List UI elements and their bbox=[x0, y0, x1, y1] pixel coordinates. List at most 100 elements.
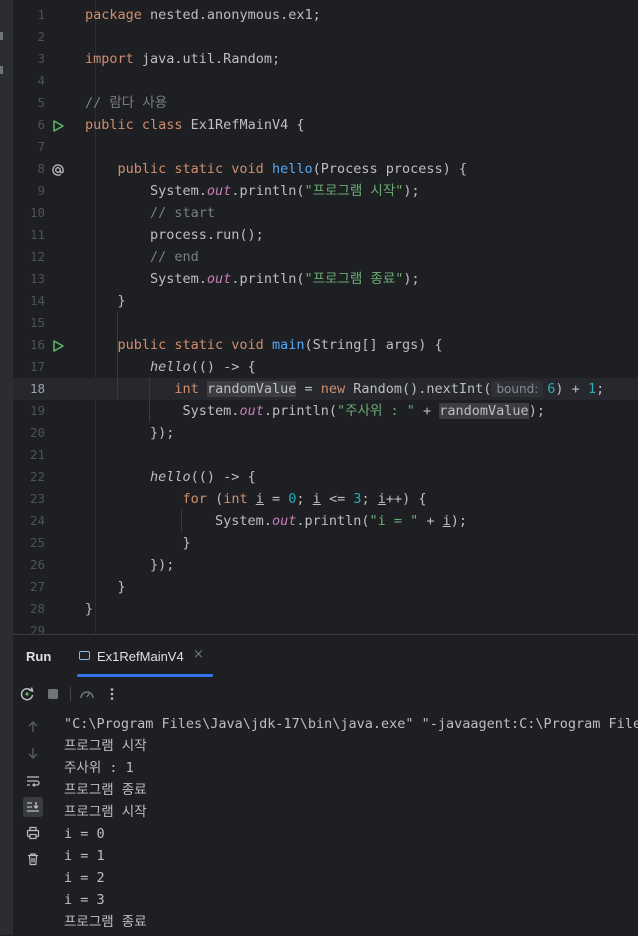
code-text: public static void hello(Process process… bbox=[117, 161, 468, 177]
profiler-icon[interactable] bbox=[77, 684, 97, 704]
code-line[interactable]: 27 } bbox=[13, 576, 638, 598]
code-line[interactable]: 25 } bbox=[13, 532, 638, 554]
run-panel: Run Ex1RefMainV4 × "C:\Program Files\Jav… bbox=[13, 634, 638, 936]
code-line[interactable]: 20 }); bbox=[13, 422, 638, 444]
line-number: 16 bbox=[29, 337, 45, 352]
code-line[interactable]: 18 int randomValue = new Random().nextIn… bbox=[13, 378, 638, 400]
code-line[interactable]: 10 // start bbox=[13, 202, 638, 224]
arrow-up-icon[interactable] bbox=[23, 717, 43, 737]
code-text: // end bbox=[150, 249, 199, 265]
scroll-to-end-icon[interactable] bbox=[23, 797, 43, 817]
line-number: 23 bbox=[29, 491, 45, 506]
console-line: i = 1 bbox=[64, 848, 105, 864]
line-number: 26 bbox=[29, 557, 45, 572]
line-number: 19 bbox=[29, 403, 45, 418]
code-text: for (int i = 0; i <= 3; i++) { bbox=[182, 491, 427, 507]
code-line[interactable]: 28} bbox=[13, 598, 638, 620]
implements-gutter-icon[interactable] bbox=[51, 162, 65, 176]
indent-guide bbox=[149, 378, 150, 422]
trash-icon[interactable] bbox=[23, 849, 43, 869]
line-number: 7 bbox=[37, 139, 45, 154]
code-text: hello(() -> { bbox=[150, 359, 256, 375]
code-text: System.out.println("프로그램 종료"); bbox=[85, 271, 420, 287]
line-number: 1 bbox=[37, 7, 45, 22]
code-text: } bbox=[85, 293, 126, 309]
run-toolbar bbox=[13, 681, 638, 707]
code-line[interactable]: 14 } bbox=[13, 290, 638, 312]
code-text: process.run(); bbox=[85, 227, 264, 243]
line-number: 18 bbox=[29, 381, 45, 396]
line-number: 27 bbox=[29, 579, 45, 594]
code-line[interactable]: 3 import java.util.Random; bbox=[13, 48, 638, 70]
indent-guide bbox=[117, 312, 118, 400]
run-gutter-icon[interactable] bbox=[51, 338, 65, 352]
line-number: 13 bbox=[29, 271, 45, 286]
console-output[interactable]: "C:\Program Files\Java\jdk-17\bin\java.e… bbox=[64, 713, 638, 936]
code-line[interactable]: 19 System.out.println("주사위 : " + randomV… bbox=[13, 400, 638, 422]
code-text: System.out.println("주사위 : " + randomValu… bbox=[85, 403, 545, 419]
indent-guide bbox=[181, 510, 182, 532]
arrow-down-icon[interactable] bbox=[23, 743, 43, 763]
run-panel-title: Run bbox=[26, 649, 52, 664]
code-line[interactable]: 21 bbox=[13, 444, 638, 466]
line-number: 12 bbox=[29, 249, 45, 264]
code-line[interactable]: 22 hello(() -> { bbox=[13, 466, 638, 488]
line-number: 2 bbox=[37, 29, 45, 44]
console-line: 프로그램 종료 bbox=[64, 782, 147, 798]
line-number: 29 bbox=[29, 623, 45, 634]
code-line[interactable]: 23 for (int i = 0; i <= 3; i++) { bbox=[13, 488, 638, 510]
line-number: 21 bbox=[29, 447, 45, 462]
console-line: 프로그램 시작 bbox=[64, 738, 147, 754]
line-number: 17 bbox=[29, 359, 45, 374]
stop-icon[interactable] bbox=[43, 684, 63, 704]
code-line[interactable]: 16 public static void main(String[] args… bbox=[13, 334, 638, 356]
code-text: } bbox=[85, 579, 126, 595]
soft-wrap-icon[interactable] bbox=[23, 771, 43, 791]
code-editor[interactable]: 1 package nested.anonymous.ex1; 2 3 import j… bbox=[13, 0, 638, 634]
line-number: 9 bbox=[37, 183, 45, 198]
line-number: 14 bbox=[29, 293, 45, 308]
code-line[interactable]: 7 bbox=[13, 136, 638, 158]
line-number: 25 bbox=[29, 535, 45, 550]
code-line[interactable]: 5 // 람다 사용 bbox=[13, 92, 638, 114]
more-options-icon[interactable] bbox=[102, 684, 122, 704]
print-icon[interactable] bbox=[23, 823, 43, 843]
code-line[interactable]: 11 process.run(); bbox=[13, 224, 638, 246]
code-line[interactable]: 17 hello(() -> { bbox=[13, 356, 638, 378]
code-line[interactable]: 4 bbox=[13, 70, 638, 92]
code-line[interactable]: 1 package nested.anonymous.ex1; bbox=[13, 4, 638, 26]
code-line[interactable]: 9 System.out.println("프로그램 시작"); bbox=[13, 180, 638, 202]
console-line: "C:\Program Files\Java\jdk-17\bin\java.e… bbox=[64, 716, 638, 732]
tool-strip-marker bbox=[0, 32, 3, 40]
code-line[interactable]: 2 bbox=[13, 26, 638, 48]
code-text: System.out.println("프로그램 시작"); bbox=[85, 183, 420, 199]
line-number: 28 bbox=[29, 601, 45, 616]
line-number: 22 bbox=[29, 469, 45, 484]
line-number: 3 bbox=[37, 51, 45, 66]
code-line[interactable]: 6 public class Ex1RefMainV4 { bbox=[13, 114, 638, 136]
code-text: System.out.println("i = " + i); bbox=[85, 513, 468, 529]
close-icon[interactable]: × bbox=[193, 647, 204, 662]
rerun-icon[interactable] bbox=[17, 684, 37, 704]
code-text: }); bbox=[85, 557, 175, 573]
tab-label: Ex1RefMainV4 bbox=[97, 649, 184, 664]
console-line: 프로그램 시작 bbox=[64, 804, 147, 820]
code-text: } bbox=[85, 535, 191, 551]
line-number: 10 bbox=[29, 205, 45, 220]
console-line: i = 2 bbox=[64, 870, 105, 886]
run-tab-bar: Run Ex1RefMainV4 × bbox=[13, 635, 638, 677]
code-line[interactable]: 29 bbox=[13, 620, 638, 634]
code-line[interactable]: 13 System.out.println("프로그램 종료"); bbox=[13, 268, 638, 290]
console-line: i = 3 bbox=[64, 892, 105, 908]
code-line[interactable]: 12 // end bbox=[13, 246, 638, 268]
code-text: }); bbox=[85, 425, 175, 441]
code-line[interactable]: 26 }); bbox=[13, 554, 638, 576]
code-line[interactable]: 15 bbox=[13, 312, 638, 334]
code-line[interactable]: 24 System.out.println("i = " + i); bbox=[13, 510, 638, 532]
code-text: int randomValue = new Random().nextInt(b… bbox=[174, 381, 605, 397]
line-number: 24 bbox=[29, 513, 45, 528]
tab-ex1refmainv4[interactable]: Ex1RefMainV4 × bbox=[77, 635, 213, 677]
code-line[interactable]: 8 public static void hello(Process proce… bbox=[13, 158, 638, 180]
code-text: public static void main(String[] args) { bbox=[117, 337, 443, 353]
run-gutter-icon[interactable] bbox=[51, 118, 65, 132]
